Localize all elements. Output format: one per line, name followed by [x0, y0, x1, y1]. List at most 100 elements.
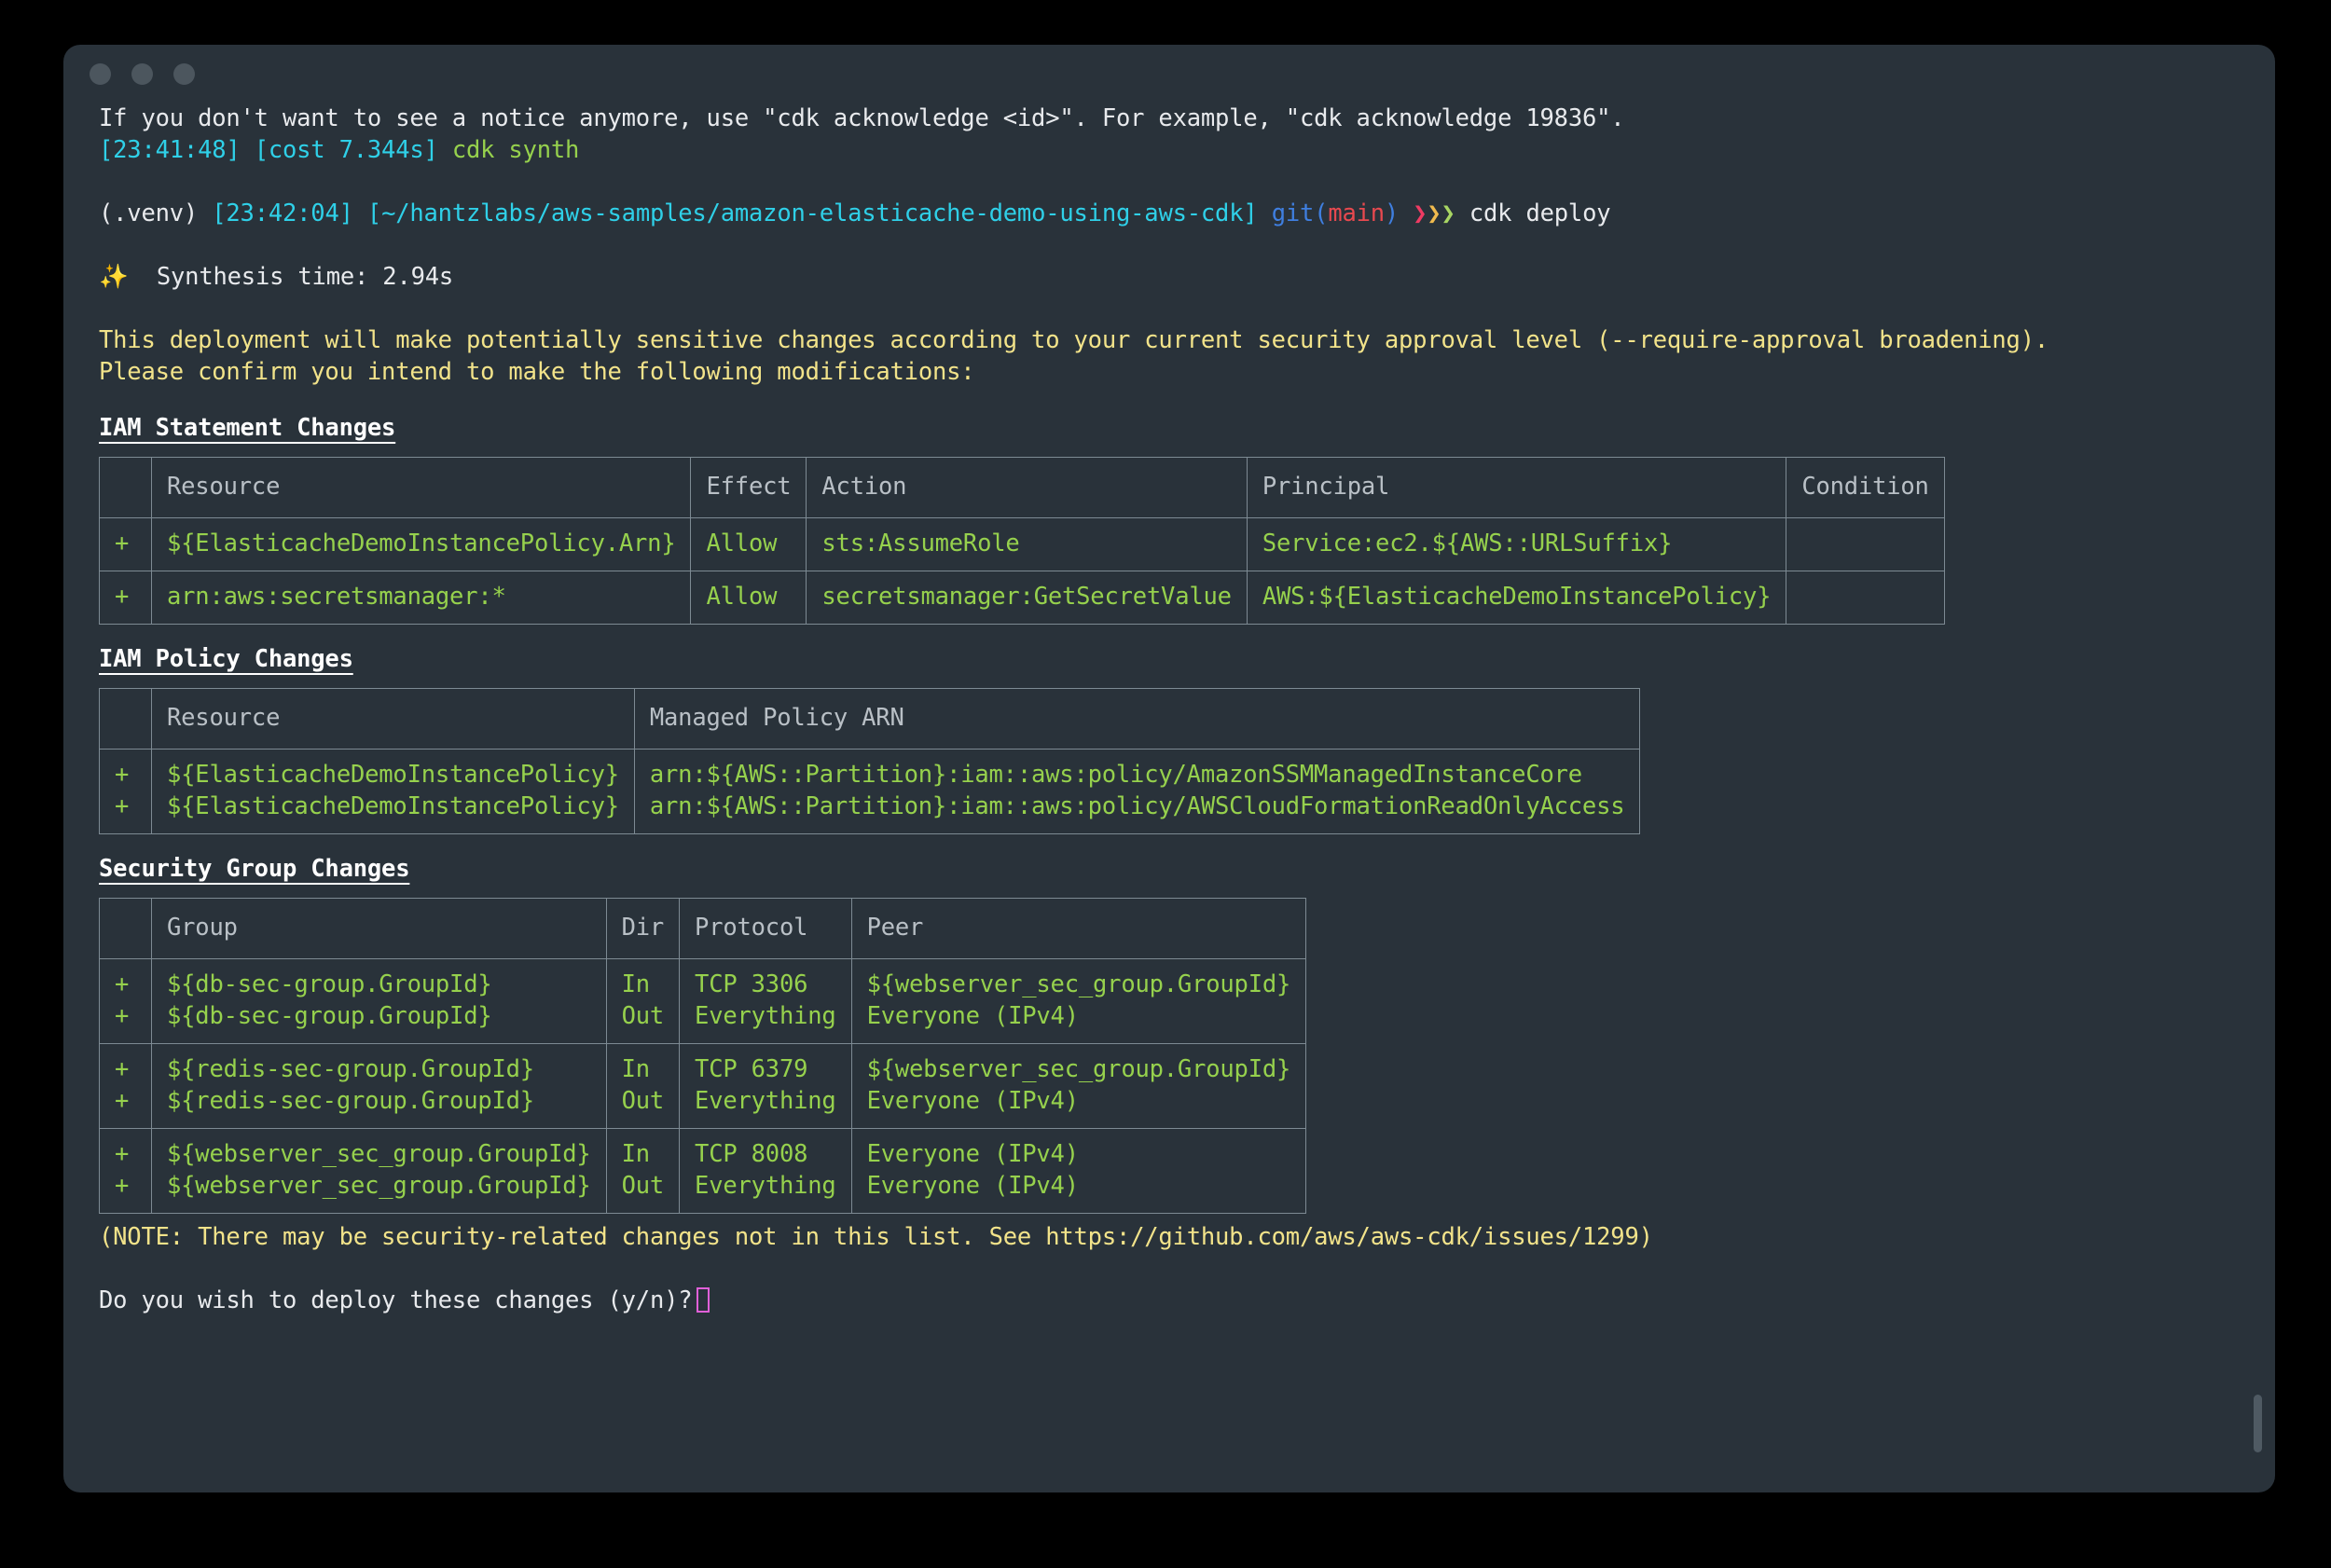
cell-resource: ${ElasticacheDemoInstancePolicy.Arn} — [152, 518, 691, 571]
git-label: git — [1272, 199, 1314, 227]
cell-condition — [1786, 571, 1944, 625]
cell-principal: AWS:${ElasticacheDemoInstancePolicy} — [1247, 571, 1786, 625]
cell-dir: In Out — [606, 1129, 679, 1214]
cell-peer: ${webserver_sec_group.GroupId} Everyone … — [851, 959, 1306, 1044]
row-mark: + + — [100, 1129, 152, 1214]
security-group-section: Security Group Changes — [99, 840, 2240, 885]
terminal-scrollbar[interactable] — [2254, 1395, 2262, 1452]
synthesis-line: ✨ Synthesis time: 2.94s — [99, 261, 2240, 293]
warning-text-2: Please confirm you intend to make the fo… — [99, 358, 974, 386]
cell-condition — [1786, 518, 1944, 571]
spacer-1 — [241, 136, 255, 164]
blank-line-4 — [99, 388, 2240, 399]
note-text: (NOTE: There may be security-related cha… — [99, 1223, 1653, 1251]
table-row: + + ${ElasticacheDemoInstancePolicy} ${E… — [100, 750, 1640, 834]
table-row: + arn:aws:secretsmanager:* Allow secrets… — [100, 571, 1945, 625]
spacer-2 — [438, 136, 452, 164]
blank-line-3 — [99, 293, 2240, 324]
sp5 — [1258, 199, 1272, 227]
iam-policy-section: IAM Policy Changes — [99, 630, 2240, 675]
security-group-changes-table: Group Dir Protocol Peer + + ${db-sec-gro… — [99, 898, 1306, 1214]
prev-timestamp: [23:41:48] — [99, 136, 241, 164]
col-header-principal: Principal — [1247, 458, 1786, 518]
sp3 — [198, 199, 212, 227]
cell-dir: In Out — [606, 1044, 679, 1129]
iam-statement-changes-title: IAM Statement Changes — [99, 412, 395, 444]
cell-action: secretsmanager:GetSecretValue — [807, 571, 1247, 625]
previous-command-line: [23:41:48] [cost 7.344s] cdk synth — [99, 134, 2240, 166]
blank-line-5 — [99, 1253, 2240, 1285]
terminal-titlebar[interactable] — [63, 45, 2275, 103]
col-header-group: Group — [152, 899, 607, 959]
row-mark: + — [100, 518, 152, 571]
security-group-changes-title: Security Group Changes — [99, 853, 409, 885]
terminal-window: If you don't want to see a notice anymor… — [63, 45, 2275, 1492]
prompt-path: [~/hantzlabs/aws-samples/amazon-elastica… — [367, 199, 1258, 227]
maximize-button-icon[interactable] — [173, 63, 195, 85]
cell-protocol: TCP 6379 Everything — [680, 1044, 852, 1129]
warning-line-1: This deployment will make potentially se… — [99, 324, 2240, 356]
table-header-row: Group Dir Protocol Peer — [100, 899, 1306, 959]
cell-effect: Allow — [691, 571, 807, 625]
prompt-line: (.venv) [23:42:04] [~/hantzlabs/aws-samp… — [99, 198, 2240, 229]
cell-peer: ${webserver_sec_group.GroupId} Everyone … — [851, 1044, 1306, 1129]
col-header-dir: Dir — [606, 899, 679, 959]
git-paren-close: ) — [1385, 199, 1399, 227]
sp8 — [129, 263, 157, 291]
table-header-row: Resource Effect Action Principal Conditi… — [100, 458, 1945, 518]
blank-line-2 — [99, 229, 2240, 261]
cell-protocol: TCP 8008 Everything — [680, 1129, 852, 1214]
table-row: + + ${webserver_sec_group.GroupId} ${web… — [100, 1129, 1306, 1214]
text-cursor[interactable] — [697, 1287, 710, 1313]
git-branch-name: main — [1328, 199, 1385, 227]
row-mark: + + — [100, 750, 152, 834]
sp4 — [353, 199, 367, 227]
table-row: + ${ElasticacheDemoInstancePolicy.Arn} A… — [100, 518, 1945, 571]
prompt-arrow-2-icon: ❯ — [1427, 199, 1441, 227]
col-header-resource: Resource — [152, 458, 691, 518]
table-row: + + ${db-sec-group.GroupId} ${db-sec-gro… — [100, 959, 1306, 1044]
warning-line-2: Please confirm you intend to make the fo… — [99, 356, 2240, 388]
current-command-text: cdk deploy — [1469, 199, 1611, 227]
col-header-action: Action — [807, 458, 1247, 518]
col-header-effect: Effect — [691, 458, 807, 518]
col-header-condition: Condition — [1786, 458, 1944, 518]
sparkles-icon: ✨ — [99, 263, 129, 291]
prompt-timestamp: [23:42:04] — [212, 199, 353, 227]
warning-text-1: This deployment will make potentially se… — [99, 326, 2048, 354]
iam-policy-changes-title: IAM Policy Changes — [99, 643, 353, 675]
venv-indicator: (.venv) — [99, 199, 198, 227]
cell-dir: In Out — [606, 959, 679, 1044]
minimize-button-icon[interactable] — [131, 63, 153, 85]
cell-peer: Everyone (IPv4) Everyone (IPv4) — [851, 1129, 1306, 1214]
notice-line: If you don't want to see a notice anymor… — [99, 103, 2240, 134]
prompt-arrow-3-icon: ❯ — [1441, 199, 1455, 227]
terminal-output[interactable]: If you don't want to see a notice anymor… — [63, 103, 2275, 1316]
col-header-managed-policy-arn: Managed Policy ARN — [634, 689, 1640, 750]
iam-policy-changes-table: Resource Managed Policy ARN + + ${Elasti… — [99, 688, 1640, 834]
col-header-mark — [100, 899, 152, 959]
row-mark: + + — [100, 959, 152, 1044]
sp6 — [1399, 199, 1413, 227]
col-header-mark — [100, 689, 152, 750]
desktop-background: If you don't want to see a notice anymor… — [0, 0, 2331, 1568]
col-header-resource: Resource — [152, 689, 635, 750]
blank-line-1 — [99, 166, 2240, 198]
close-button-icon[interactable] — [90, 63, 111, 85]
confirm-prompt-line[interactable]: Do you wish to deploy these changes (y/n… — [99, 1285, 2240, 1316]
cell-principal: Service:ec2.${AWS::URLSuffix} — [1247, 518, 1786, 571]
row-mark: + — [100, 571, 152, 625]
cell-protocol: TCP 3306 Everything — [680, 959, 852, 1044]
cell-action: sts:AssumeRole — [807, 518, 1247, 571]
cell-group: ${redis-sec-group.GroupId} ${redis-sec-g… — [152, 1044, 607, 1129]
cell-group: ${webserver_sec_group.GroupId} ${webserv… — [152, 1129, 607, 1214]
notice-text: If you don't want to see a notice anymor… — [99, 104, 1624, 132]
iam-statement-changes-table: Resource Effect Action Principal Conditi… — [99, 457, 1945, 625]
prev-command-text: cdk synth — [452, 136, 579, 164]
col-header-mark — [100, 458, 152, 518]
cell-resource: arn:aws:secretsmanager:* — [152, 571, 691, 625]
table-header-row: Resource Managed Policy ARN — [100, 689, 1640, 750]
cell-effect: Allow — [691, 518, 807, 571]
prompt-arrow-1-icon: ❯ — [1413, 199, 1427, 227]
cell-managed-policy-arn: arn:${AWS::Partition}:iam::aws:policy/Am… — [634, 750, 1640, 834]
